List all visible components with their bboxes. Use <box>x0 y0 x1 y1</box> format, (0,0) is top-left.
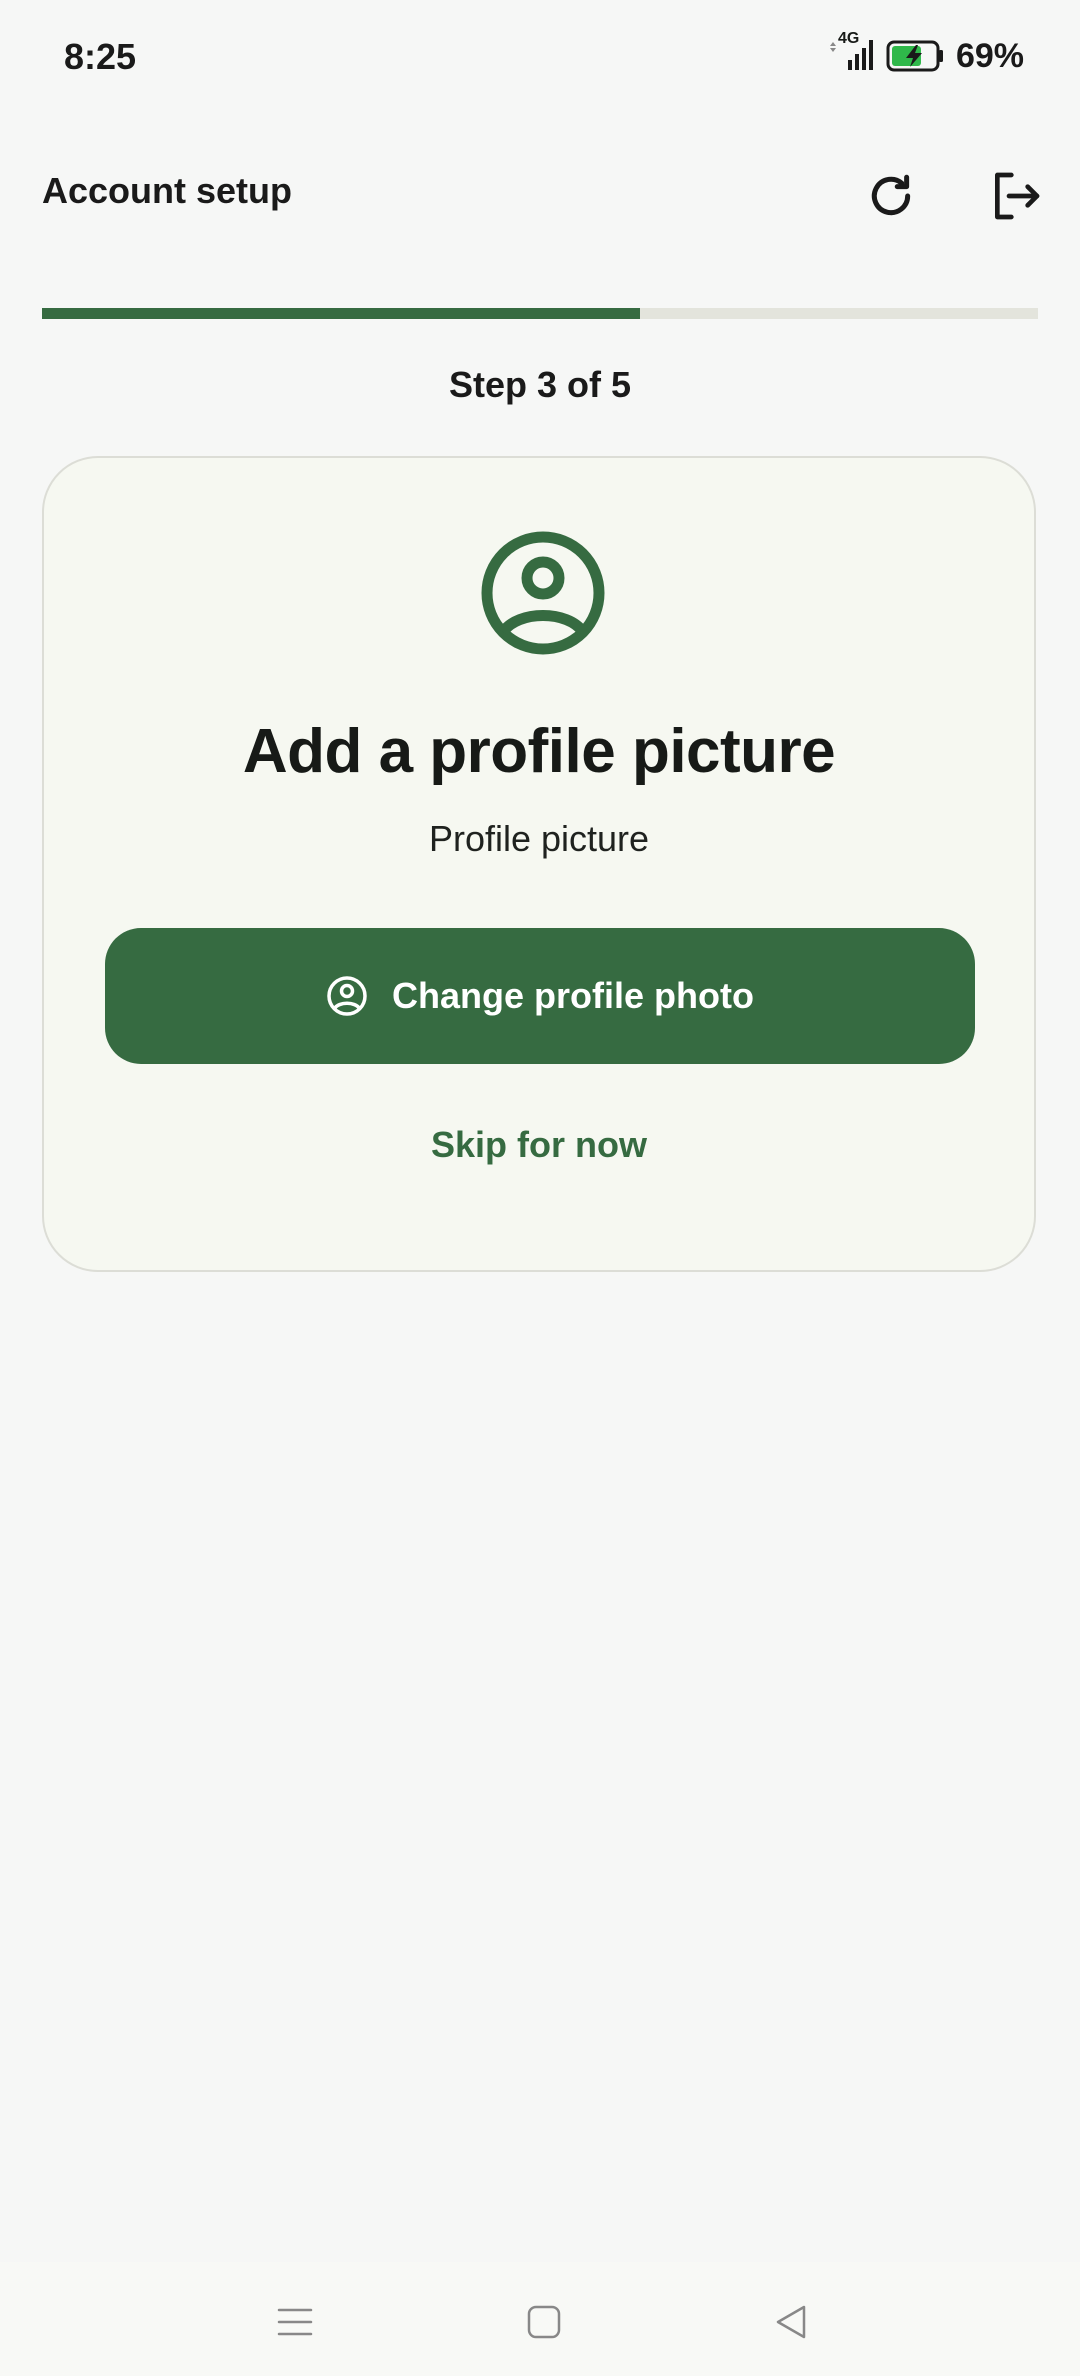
user-circle-icon <box>481 531 605 655</box>
progress-bar <box>42 308 1038 319</box>
skip-for-now-link[interactable]: Skip for now <box>44 1124 1034 1166</box>
recent-apps-button[interactable] <box>265 2292 325 2352</box>
logout-icon <box>995 172 1040 220</box>
user-circle-icon <box>327 976 367 1016</box>
home-icon <box>527 2305 561 2339</box>
refresh-icon <box>871 174 911 216</box>
change-profile-photo-button[interactable]: Change profile photo <box>105 928 975 1064</box>
progress-fill <box>42 308 640 319</box>
back-button[interactable] <box>762 2292 822 2352</box>
card-title: Add a profile picture <box>242 717 836 786</box>
system-navigation-bar <box>0 2262 1080 2376</box>
home-button[interactable] <box>514 2292 574 2352</box>
app-header: Account setup <box>0 150 1080 240</box>
page-title: Account setup <box>42 170 293 211</box>
profile-picture-card: Add a profile picture Profile picture Ch… <box>42 456 1036 1272</box>
logout-button[interactable] <box>976 156 1056 236</box>
status-time: 8:25 <box>64 36 137 77</box>
button-label: Change profile photo <box>392 975 754 1016</box>
signal-icon: 4G <box>826 30 876 76</box>
back-icon <box>776 2305 806 2339</box>
menu-icon <box>277 2308 313 2336</box>
battery-icon <box>886 40 943 72</box>
network-type: 4G <box>837 30 860 47</box>
step-indicator: Step 3 of 5 <box>448 364 632 405</box>
status-indicators: 4G 69% <box>826 30 1024 76</box>
battery-percent: 69% <box>955 36 1024 75</box>
card-subtitle: Profile picture <box>428 818 650 859</box>
refresh-button[interactable] <box>851 156 931 236</box>
status-bar: 8:25 4G 69% <box>0 0 1080 120</box>
